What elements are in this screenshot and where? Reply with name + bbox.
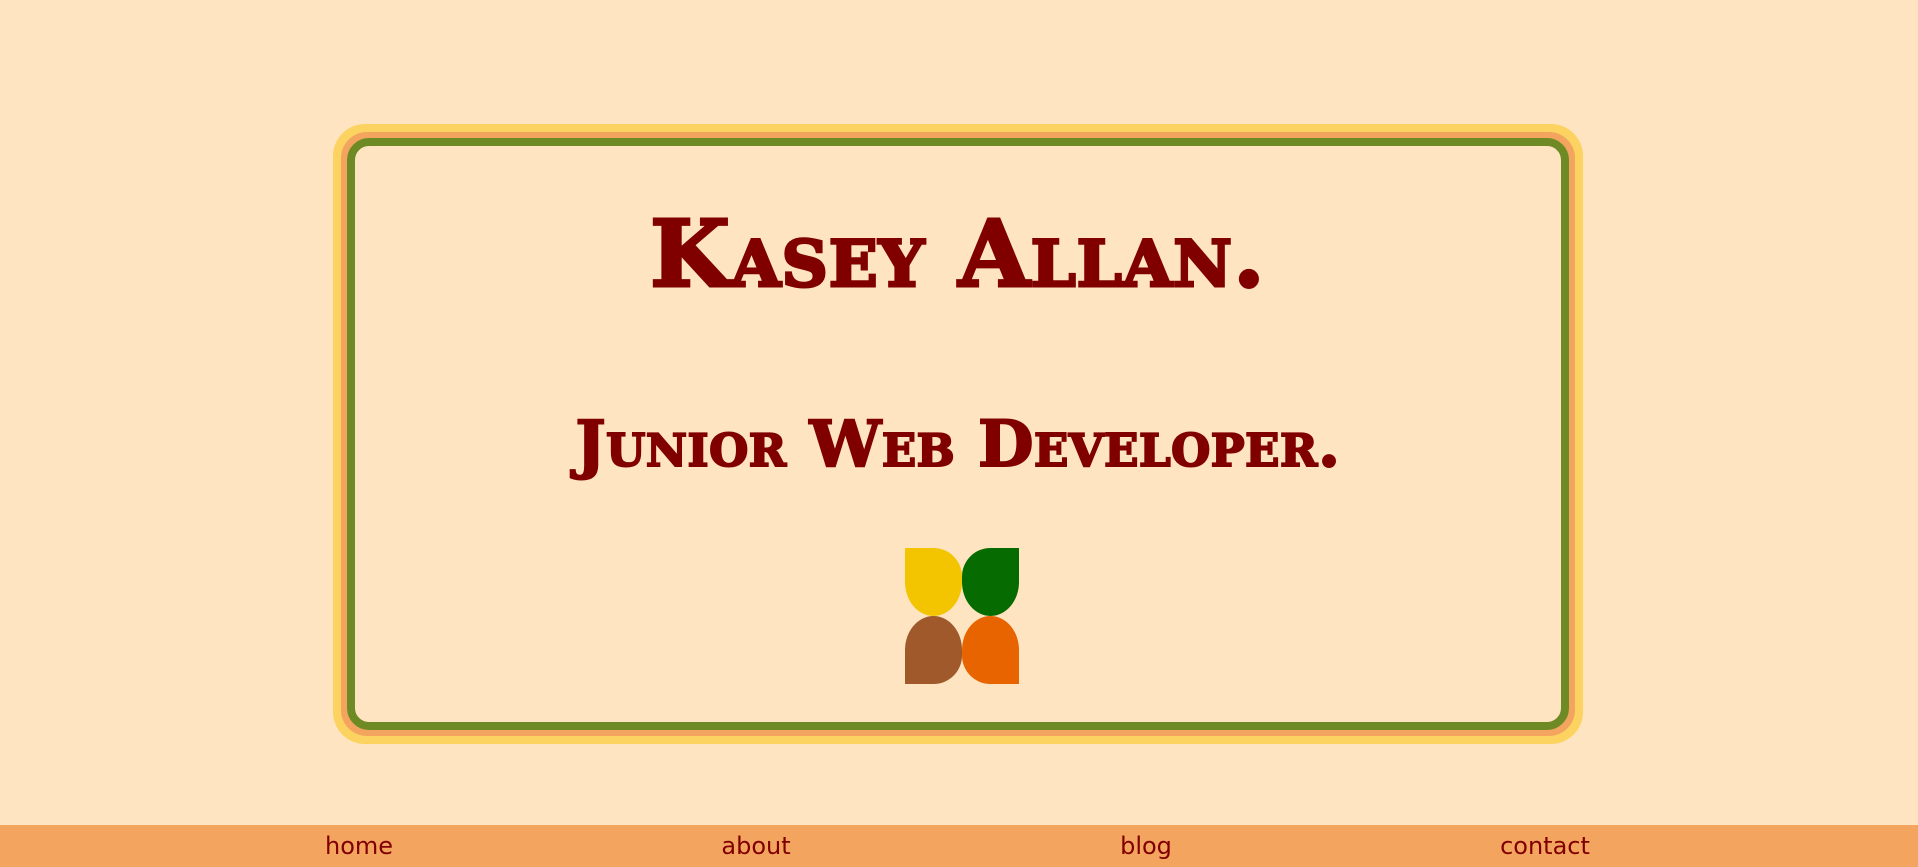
footer-nav: home about blog contact [0, 825, 1918, 867]
nav-link-contact[interactable]: contact [1500, 825, 1590, 867]
green-petal-icon [962, 548, 1019, 616]
yellow-petal-icon [905, 548, 962, 616]
hero-card: Kasey Allan. Junior Web Developer. [347, 138, 1569, 730]
orange-petal-icon [962, 616, 1019, 684]
nav-link-home[interactable]: home [325, 825, 393, 867]
job-title: Junior Web Developer. [574, 407, 1341, 483]
four-petal-logo-icon [905, 548, 1019, 684]
hero-frame-middle: Kasey Allan. Junior Web Developer. [341, 132, 1575, 736]
page-title: Kasey Allan. [649, 200, 1267, 308]
brown-petal-icon [905, 616, 962, 684]
hero-frame: Kasey Allan. Junior Web Developer. [333, 124, 1583, 744]
nav-link-blog[interactable]: blog [1120, 825, 1172, 867]
nav-link-about[interactable]: about [721, 825, 790, 867]
